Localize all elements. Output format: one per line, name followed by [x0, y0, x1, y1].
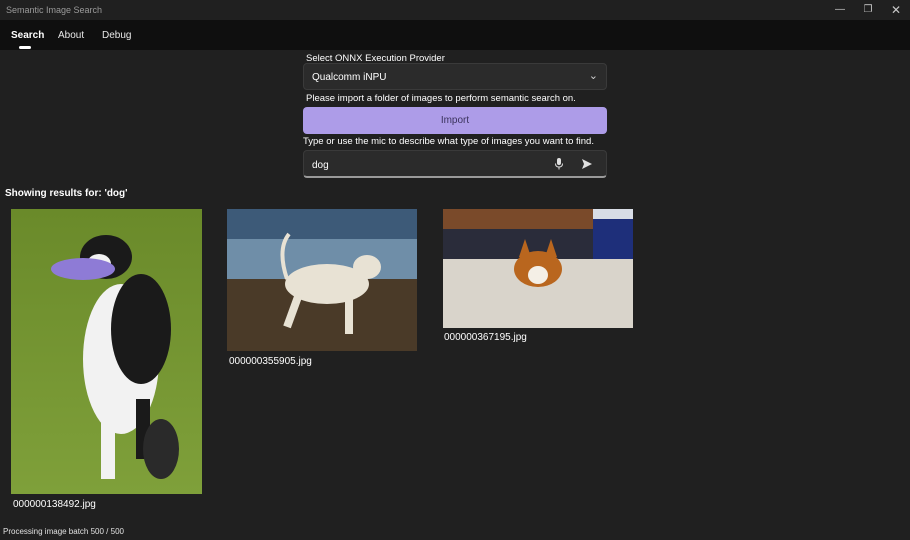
result-image-3[interactable] — [443, 209, 633, 328]
result-caption-3: 000000367195.jpg — [444, 332, 527, 343]
provider-selected: Qualcomm iNPU — [312, 72, 387, 83]
search-hint: Type or use the mic to describe what typ… — [303, 136, 594, 147]
tab-debug[interactable]: Debug — [102, 30, 131, 41]
result-caption-2: 000000355905.jpg — [229, 356, 312, 367]
nav-bar: Search About Debug — [0, 20, 910, 50]
mic-icon[interactable] — [554, 157, 564, 171]
result-image-1[interactable] — [11, 209, 202, 494]
close-icon[interactable]: ✕ — [882, 2, 910, 18]
import-hint: Please import a folder of images to perf… — [306, 93, 576, 104]
search-input[interactable] — [310, 155, 544, 175]
provider-dropdown[interactable]: Qualcomm iNPU ⌄ — [303, 63, 607, 90]
window-title: Semantic Image Search — [6, 5, 103, 15]
import-button[interactable]: Import — [303, 107, 607, 134]
active-tab-indicator — [19, 46, 31, 49]
chevron-down-icon: ⌄ — [588, 70, 598, 82]
title-bar: Semantic Image Search — ❐ ✕ — [0, 0, 910, 20]
tab-search[interactable]: Search — [11, 30, 44, 41]
status-text: Processing image batch 500 / 500 — [3, 527, 124, 536]
search-box — [303, 150, 607, 178]
send-icon[interactable] — [581, 157, 593, 171]
results-heading: Showing results for: 'dog' — [5, 188, 128, 199]
tab-about[interactable]: About — [58, 30, 84, 41]
result-caption-1: 000000138492.jpg — [13, 499, 96, 510]
restore-icon[interactable]: ❐ — [854, 2, 882, 18]
minimize-icon[interactable]: — — [826, 2, 854, 18]
result-image-2[interactable] — [227, 209, 417, 351]
